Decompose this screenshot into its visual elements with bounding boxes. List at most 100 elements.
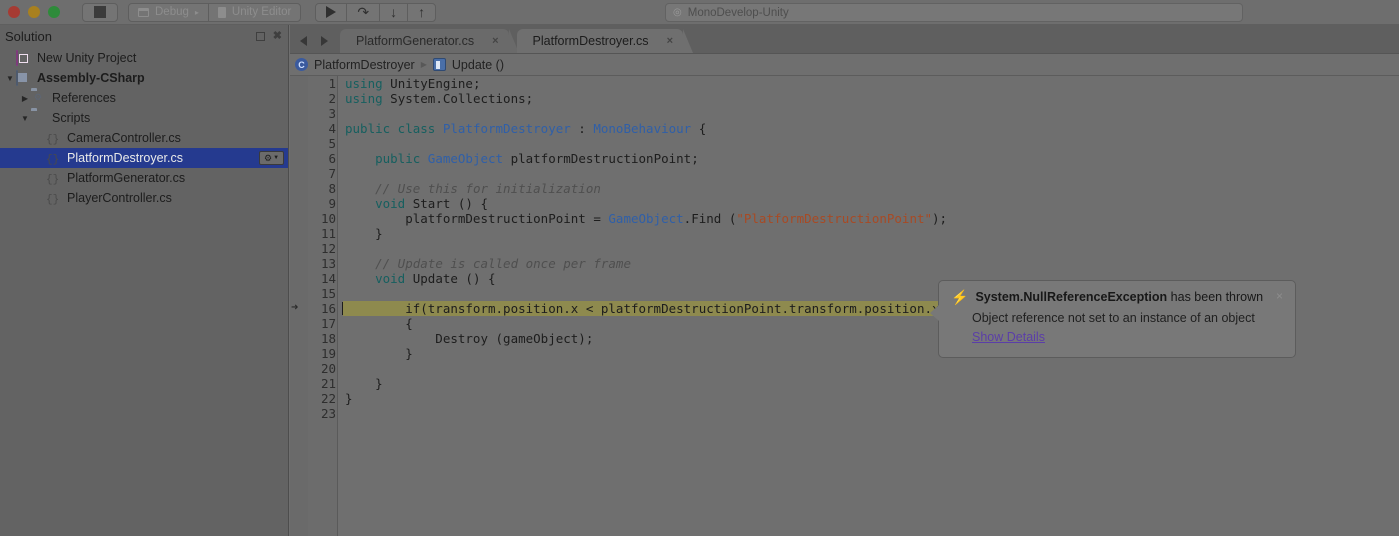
token-p <box>345 271 375 286</box>
code-line[interactable]: 11 } <box>290 226 1399 241</box>
exception-name: System.NullReferenceException <box>975 290 1168 304</box>
nav-back-icon[interactable] <box>300 36 307 46</box>
code-line[interactable]: 7 <box>290 166 1399 181</box>
step-over-button[interactable]: ↷ <box>346 3 379 21</box>
line-text: } <box>345 346 413 361</box>
token-p <box>345 196 375 211</box>
run-target-selector[interactable]: Debug ▸ Unity Editor <box>128 2 302 22</box>
continue-button[interactable] <box>316 4 346 21</box>
line-number: 13 <box>320 256 336 271</box>
window-icon <box>138 7 149 17</box>
search-value: MonoDevelop-Unity <box>687 6 789 19</box>
code-line[interactable]: 2 using System.Collections; <box>290 91 1399 106</box>
csharp-file-icon: {} <box>46 134 60 146</box>
tree-item[interactable]: {} PlatformGenerator.cs <box>0 168 288 188</box>
close-panel-icon[interactable]: ✖ <box>273 30 282 42</box>
tree-item[interactable]: ▶ References <box>0 88 288 108</box>
tree-item[interactable]: {} PlayerController.cs <box>0 188 288 208</box>
line-text: // Use this for initialization <box>345 181 601 196</box>
dock-icon[interactable] <box>255 31 265 41</box>
code-line[interactable]: 13 // Update is called once per frame <box>290 256 1399 271</box>
token-t: PlatformDestroyer <box>442 121 571 136</box>
line-text: } <box>345 391 353 406</box>
line-text: Destroy (gameObject); <box>345 331 593 346</box>
token-t: GameObject <box>427 151 504 166</box>
tree-item-label: PlayerController.cs <box>67 191 172 205</box>
code-line[interactable]: 4 public class PlatformDestroyer : MonoBe… <box>290 121 1399 136</box>
solution-icon <box>16 50 32 66</box>
code-line[interactable]: 20 <box>290 361 1399 376</box>
build-configuration-button[interactable]: Debug ▸ <box>129 4 208 21</box>
stop-button-group[interactable] <box>82 2 118 22</box>
code-line[interactable]: 6 public GameObject platformDestructionP… <box>290 151 1399 166</box>
token-k: using <box>345 76 383 91</box>
close-window-button[interactable] <box>8 6 20 18</box>
step-into-button[interactable]: ↓ <box>379 3 407 21</box>
search-input[interactable]: ◎ MonoDevelop-Unity <box>665 3 1243 22</box>
collapsed-twisty-icon[interactable]: ▶ <box>19 94 31 103</box>
row-gear-menu-button[interactable]: ⚙ ▼ <box>259 151 284 165</box>
tree-item[interactable]: ▼ Scripts <box>0 108 288 128</box>
text-caret <box>342 302 343 315</box>
tree-item-label: CameraController.cs <box>67 131 181 145</box>
code-line[interactable]: 3 <box>290 106 1399 121</box>
maximize-window-button[interactable] <box>48 6 60 18</box>
show-details-link[interactable]: Show Details <box>972 330 1045 344</box>
token-p: { <box>691 121 707 136</box>
target-device-button[interactable]: Unity Editor <box>207 3 300 21</box>
token-p: } <box>345 226 383 241</box>
tree-item[interactable]: ▼ Assembly-CSharp <box>0 68 288 88</box>
stop-button[interactable] <box>83 4 117 21</box>
line-number: 17 <box>320 316 336 331</box>
line-number: 23 <box>320 406 336 421</box>
code-line[interactable]: 1 using UnityEngine; <box>290 76 1399 91</box>
minimize-window-button[interactable] <box>28 6 40 18</box>
token-t: GameObject <box>608 211 684 226</box>
code-line[interactable]: 8 // Use this for initialization <box>290 181 1399 196</box>
build-configuration-label: Debug <box>155 6 189 18</box>
code-line[interactable]: 23 <box>290 406 1399 421</box>
code-line[interactable]: 12 <box>290 241 1399 256</box>
debug-controls-group[interactable]: ↷ ↓ ↑ <box>315 2 437 22</box>
tab-platformdestroyer[interactable]: PlatformDestroyer.cs × <box>516 29 693 53</box>
chevron-right-icon: ▸ <box>194 7 199 17</box>
tree-item[interactable]: New Unity Project <box>0 48 288 68</box>
tab-edge <box>683 29 693 53</box>
tab-close-icon[interactable]: × <box>667 35 673 47</box>
nav-forward-icon[interactable] <box>321 36 328 46</box>
code-line[interactable]: 10 platformDestructionPoint = GameObject… <box>290 211 1399 226</box>
token-p: } <box>345 346 413 361</box>
tab-platformgenerator[interactable]: PlatformGenerator.cs × <box>340 29 519 53</box>
chevron-down-icon: ▼ <box>273 155 280 161</box>
token-k: void <box>375 196 406 211</box>
window-controls[interactable] <box>0 6 60 18</box>
code-line[interactable]: 22} <box>290 391 1399 406</box>
step-over-icon: ↷ <box>357 4 370 20</box>
line-text: using System.Collections; <box>345 91 533 106</box>
csharp-file-icon: {} <box>46 154 60 166</box>
code-line[interactable]: 5 <box>290 136 1399 151</box>
tree-item-label: Scripts <box>52 111 91 125</box>
csharp-file-icon: {} <box>46 194 60 206</box>
tree-item[interactable]: {} PlatformDestroyer.cs ⚙ ▼ <box>0 148 288 168</box>
tree-item-label: PlatformGenerator.cs <box>67 171 186 185</box>
token-p: platformDestructionPoint = <box>345 211 609 226</box>
token-s: "PlatformDestructionPoint" <box>736 211 933 226</box>
breadcrumb-class[interactable]: PlatformDestroyer <box>314 58 415 72</box>
token-p: { <box>345 316 413 331</box>
close-icon[interactable]: × <box>1276 290 1283 302</box>
code-line[interactable]: 9 void Start () { <box>290 196 1399 211</box>
expanded-twisty-icon[interactable]: ▼ <box>19 114 31 123</box>
tree-item[interactable]: {} CameraController.cs <box>0 128 288 148</box>
exception-message: Object reference not set to an instance … <box>972 311 1255 325</box>
step-out-button[interactable]: ↑ <box>407 3 435 21</box>
code-line[interactable]: 21 } <box>290 376 1399 391</box>
tree-item-label: References <box>52 91 116 105</box>
exception-popup[interactable]: ⚡ System.NullReferenceException has been… <box>930 280 1296 358</box>
tab-nav-arrows[interactable] <box>290 36 340 53</box>
tab-close-icon[interactable]: × <box>492 35 498 47</box>
target-device-label: Unity Editor <box>231 6 292 18</box>
expanded-twisty-icon[interactable]: ▼ <box>4 74 16 83</box>
line-number: 7 <box>328 166 336 181</box>
breadcrumb-member[interactable]: Update () <box>452 58 504 72</box>
